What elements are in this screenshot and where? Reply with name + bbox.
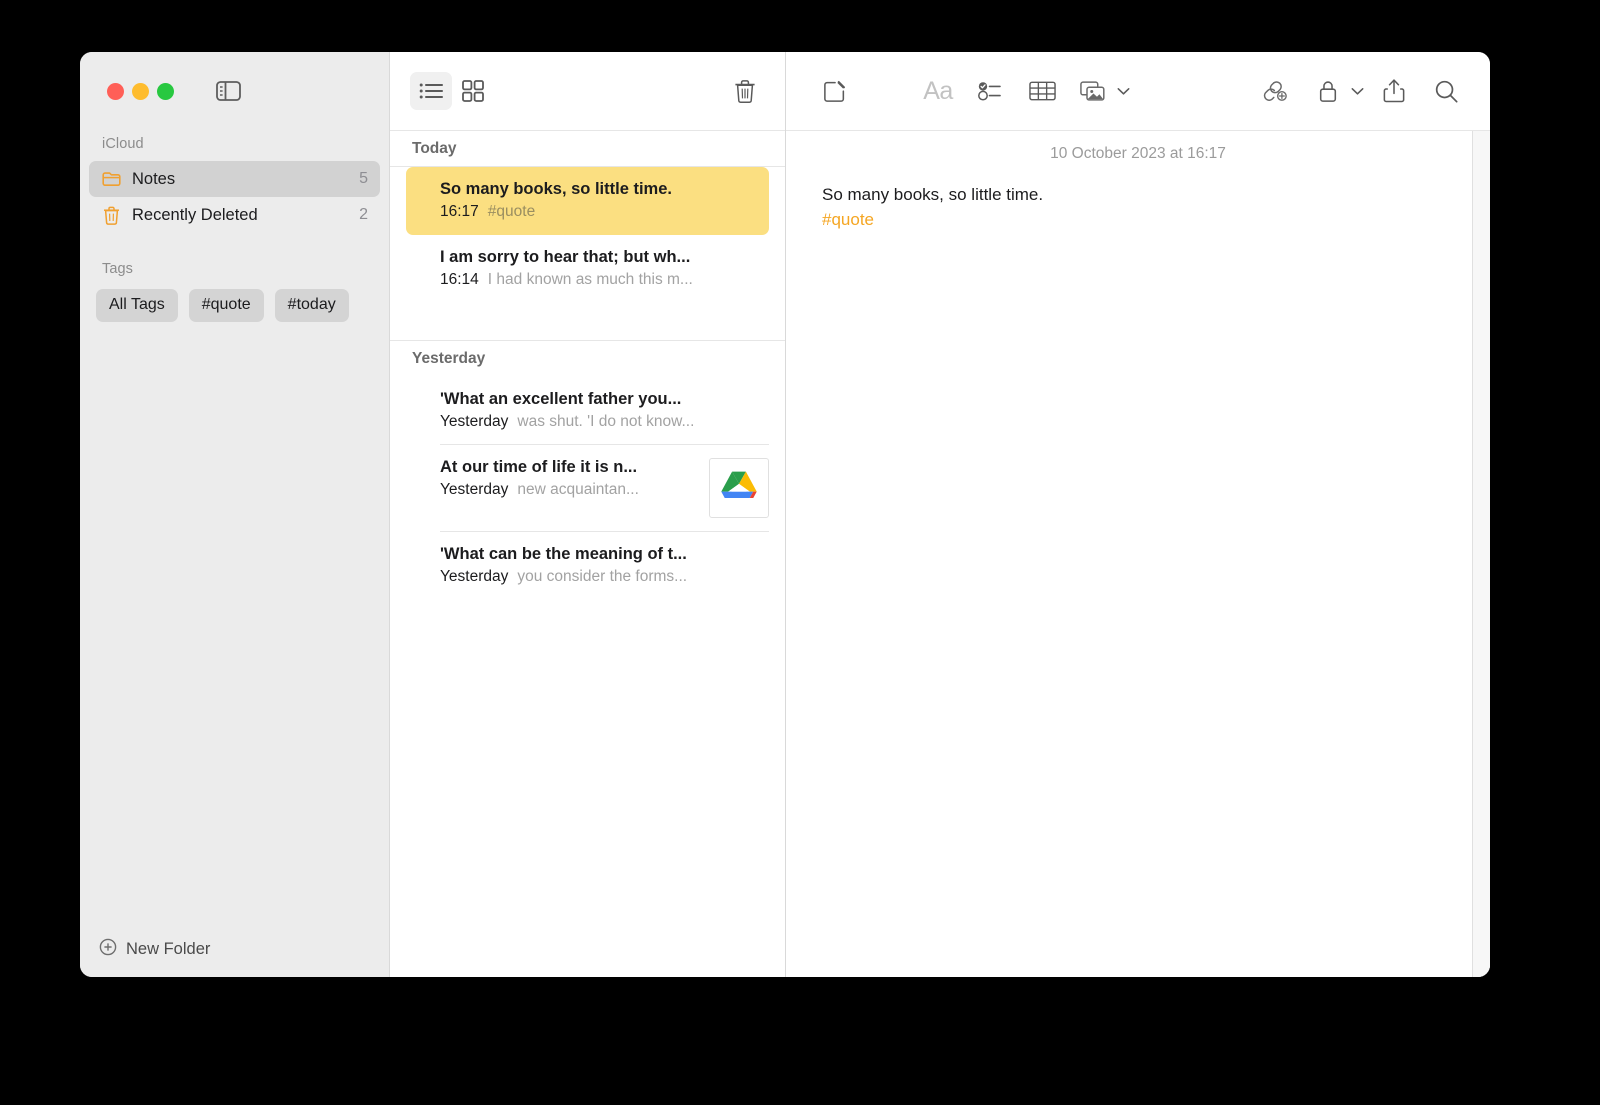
note-inline-tag[interactable]: #quote bbox=[822, 208, 1490, 233]
note-snippet: new acquaintan... bbox=[517, 481, 639, 498]
sidebar-item-recently-deleted[interactable]: Recently Deleted 2 bbox=[89, 197, 380, 233]
note-group-yesterday: 'What an excellent father you... Yesterd… bbox=[390, 377, 785, 600]
note-list-item[interactable]: 'What can be the meaning of t... Yesterd… bbox=[406, 532, 769, 600]
sidebar-item-recently-deleted-count: 2 bbox=[359, 206, 368, 223]
note-list-toolbar bbox=[390, 52, 785, 130]
gallery-view-icon[interactable] bbox=[452, 72, 494, 110]
chevron-down-icon[interactable] bbox=[1117, 87, 1130, 96]
new-folder-button[interactable]: New Folder bbox=[80, 921, 389, 977]
tag-quote[interactable]: #quote bbox=[188, 289, 264, 322]
note-date: Yesterday bbox=[440, 568, 509, 585]
note-body[interactable]: So many books, so little time. #quote bbox=[786, 183, 1490, 232]
sidebar-item-notes[interactable]: Notes 5 bbox=[89, 161, 380, 197]
note-timestamp: 10 October 2023 at 16:17 bbox=[1050, 145, 1226, 162]
delete-note-button[interactable] bbox=[724, 72, 766, 110]
search-icon[interactable] bbox=[1424, 72, 1468, 110]
minimize-button[interactable] bbox=[132, 82, 149, 100]
note-snippet: I had known as much this m... bbox=[487, 271, 693, 288]
note-title: So many books, so little time. bbox=[440, 180, 672, 198]
zoom-button[interactable] bbox=[157, 82, 174, 100]
note-list-item-selected[interactable]: So many books, so little time. 16:17 #qu… bbox=[406, 167, 769, 235]
sidebar-item-recently-deleted-label: Recently Deleted bbox=[132, 205, 258, 224]
note-list-item[interactable]: I am sorry to hear that; but wh... 16:14… bbox=[406, 235, 769, 303]
plus-circle-icon bbox=[99, 938, 117, 961]
note-group-today: So many books, so little time. 16:17 #qu… bbox=[390, 167, 785, 303]
note-snippet: was shut. 'I do not know... bbox=[517, 413, 695, 430]
note-title: 'What can be the meaning of t... bbox=[440, 545, 687, 563]
chevron-down-icon[interactable] bbox=[1351, 87, 1364, 96]
close-button[interactable] bbox=[107, 82, 124, 100]
tags-list: All Tags #quote #today bbox=[80, 289, 389, 322]
icloud-section-label: iCloud bbox=[102, 136, 144, 152]
format-text-button[interactable]: Aa bbox=[916, 72, 960, 110]
checklist-icon[interactable] bbox=[968, 72, 1012, 110]
note-snippet: #quote bbox=[487, 203, 536, 220]
sidebar: iCloud Notes 5 Recently Deleted 2 Tags A… bbox=[80, 52, 390, 977]
note-list-panel: Today So many books, so little time. 16:… bbox=[390, 52, 786, 977]
notes-app-window: iCloud Notes 5 Recently Deleted 2 Tags A… bbox=[80, 52, 1490, 977]
note-editor-panel: Aa 10 October 2023 at 16:17 So many book… bbox=[786, 52, 1490, 977]
tag-all-tags[interactable]: All Tags bbox=[96, 289, 178, 322]
sidebar-toggle-icon[interactable] bbox=[215, 81, 242, 102]
tags-section-label: Tags bbox=[102, 261, 134, 277]
new-folder-label: New Folder bbox=[126, 939, 211, 958]
share-icon[interactable] bbox=[1372, 72, 1416, 110]
trash-icon bbox=[102, 206, 121, 225]
lock-icon[interactable] bbox=[1306, 72, 1350, 110]
note-title: I am sorry to hear that; but wh... bbox=[440, 248, 691, 266]
note-title: 'What an excellent father you... bbox=[440, 390, 682, 408]
note-list-item[interactable]: At our time of life it is n... Yesterday… bbox=[406, 445, 769, 532]
media-icon[interactable] bbox=[1072, 72, 1116, 110]
note-date: 16:14 bbox=[440, 271, 479, 288]
sidebar-item-notes-count: 5 bbox=[359, 170, 368, 187]
google-drive-icon bbox=[709, 458, 769, 518]
format-label: Aa bbox=[923, 76, 953, 105]
traffic-lights bbox=[107, 82, 174, 100]
note-group-header-yesterday: Yesterday bbox=[390, 340, 785, 377]
note-date: 16:17 bbox=[440, 203, 479, 220]
list-view-icon[interactable] bbox=[410, 72, 452, 110]
sidebar-item-notes-label: Notes bbox=[132, 169, 176, 188]
editor-toolbar: Aa bbox=[786, 52, 1490, 130]
folder-icon bbox=[102, 170, 121, 189]
note-snippet: you consider the forms... bbox=[517, 568, 688, 585]
note-date: Yesterday bbox=[440, 413, 509, 430]
note-group-header-today: Today bbox=[390, 130, 785, 167]
note-body-line: So many books, so little time. bbox=[822, 185, 1044, 204]
compose-note-icon[interactable] bbox=[812, 72, 856, 110]
note-date: Yesterday bbox=[440, 481, 509, 498]
note-title: At our time of life it is n... bbox=[440, 458, 638, 476]
titlebar bbox=[80, 52, 389, 130]
note-list-item[interactable]: 'What an excellent father you... Yesterd… bbox=[406, 377, 769, 445]
scrollbar-gutter[interactable] bbox=[1472, 131, 1490, 977]
note-editor-body[interactable]: 10 October 2023 at 16:17 So many books, … bbox=[786, 130, 1490, 977]
table-icon[interactable] bbox=[1020, 72, 1064, 110]
tag-today[interactable]: #today bbox=[274, 289, 349, 322]
add-link-icon[interactable] bbox=[1254, 72, 1298, 110]
